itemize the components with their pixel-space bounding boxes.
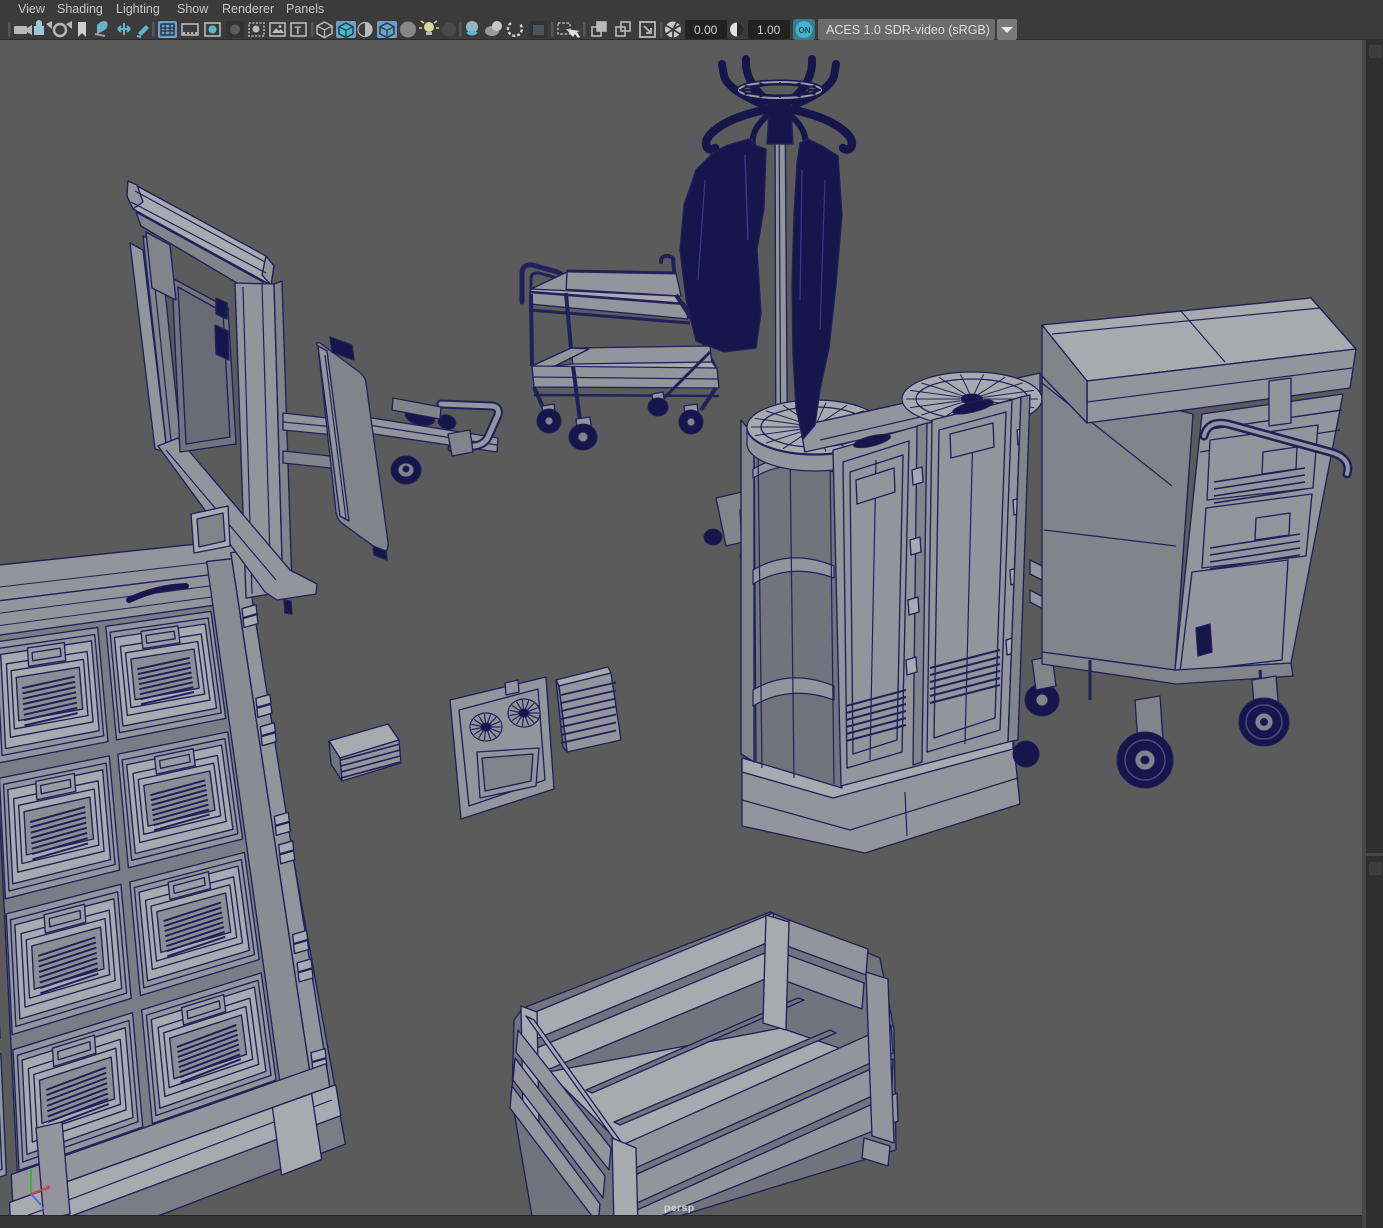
svg-text:0.00: 0.00 (694, 23, 718, 37)
svg-text:x: x (45, 1182, 50, 1192)
svg-text:ACES 1.0 SDR-video (sRGB): ACES 1.0 SDR-video (sRGB) (826, 23, 990, 37)
svg-text:1.00: 1.00 (757, 23, 781, 37)
svg-text:z: z (40, 1204, 45, 1214)
svg-text:ON: ON (799, 26, 811, 35)
svg-text:persp: persp (664, 1202, 695, 1214)
svg-text:T: T (295, 25, 302, 37)
